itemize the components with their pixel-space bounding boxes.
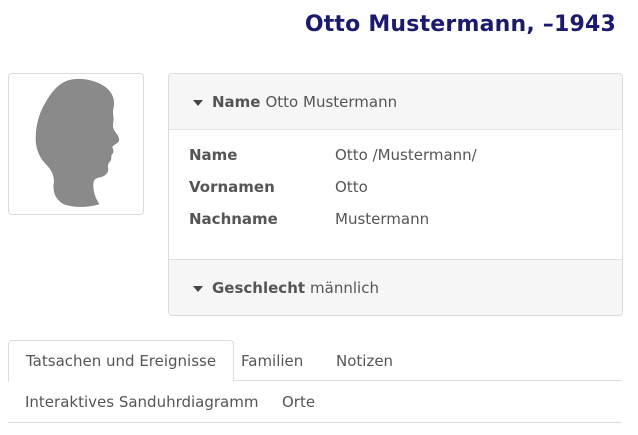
- tab-label: Tatsachen und Ereignisse: [26, 352, 217, 370]
- tab-divider: [8, 422, 622, 423]
- detail-row: Nachname Mustermann: [189, 210, 477, 242]
- tab-label: Orte: [282, 392, 316, 411]
- gender-section-value: männlich: [310, 279, 379, 297]
- individual-page: Otto Mustermann, –1943 Name Otto Musterm…: [0, 0, 638, 435]
- name-section-toggle[interactable]: Name Otto Mustermann: [169, 74, 622, 130]
- tab-families[interactable]: Familien: [224, 340, 320, 381]
- tab-hourglass-chart[interactable]: Interaktives Sanduhrdiagramm: [8, 381, 275, 422]
- detail-value: Otto: [335, 178, 368, 196]
- caret-down-icon: [193, 99, 203, 106]
- name-details: Name Otto /Mustermann/ Vornamen Otto Nac…: [189, 146, 477, 242]
- tab-places[interactable]: Orte: [265, 381, 332, 422]
- individual-card: Name Otto Mustermann Name Otto /Musterma…: [168, 73, 623, 316]
- silhouette-icon: [35, 79, 120, 207]
- tab-label: Familien: [241, 351, 304, 370]
- individual-photo[interactable]: [8, 73, 144, 215]
- detail-value: Otto /Mustermann/: [335, 146, 477, 164]
- caret-down-icon: [193, 286, 203, 292]
- tab-notes[interactable]: Notizen: [319, 340, 410, 381]
- detail-value: Mustermann: [335, 210, 430, 228]
- tab-label: Interaktives Sanduhrdiagramm: [25, 392, 259, 411]
- detail-key: Vornamen: [189, 178, 275, 196]
- name-section-value: Otto Mustermann: [265, 92, 398, 111]
- detail-key: Nachname: [189, 210, 278, 228]
- name-section-label: Name: [212, 92, 261, 111]
- gender-section-toggle[interactable]: Geschlecht männlich: [169, 259, 622, 315]
- tab-label: Notizen: [336, 351, 394, 370]
- detail-row: Vornamen Otto: [189, 178, 477, 210]
- tab-facts-events[interactable]: Tatsachen und Ereignisse: [8, 340, 235, 382]
- detail-row: Name Otto /Mustermann/: [189, 146, 477, 178]
- detail-key: Name: [189, 146, 238, 164]
- page-title: Otto Mustermann, –1943: [304, 12, 616, 37]
- gender-section-label: Geschlecht: [212, 279, 306, 297]
